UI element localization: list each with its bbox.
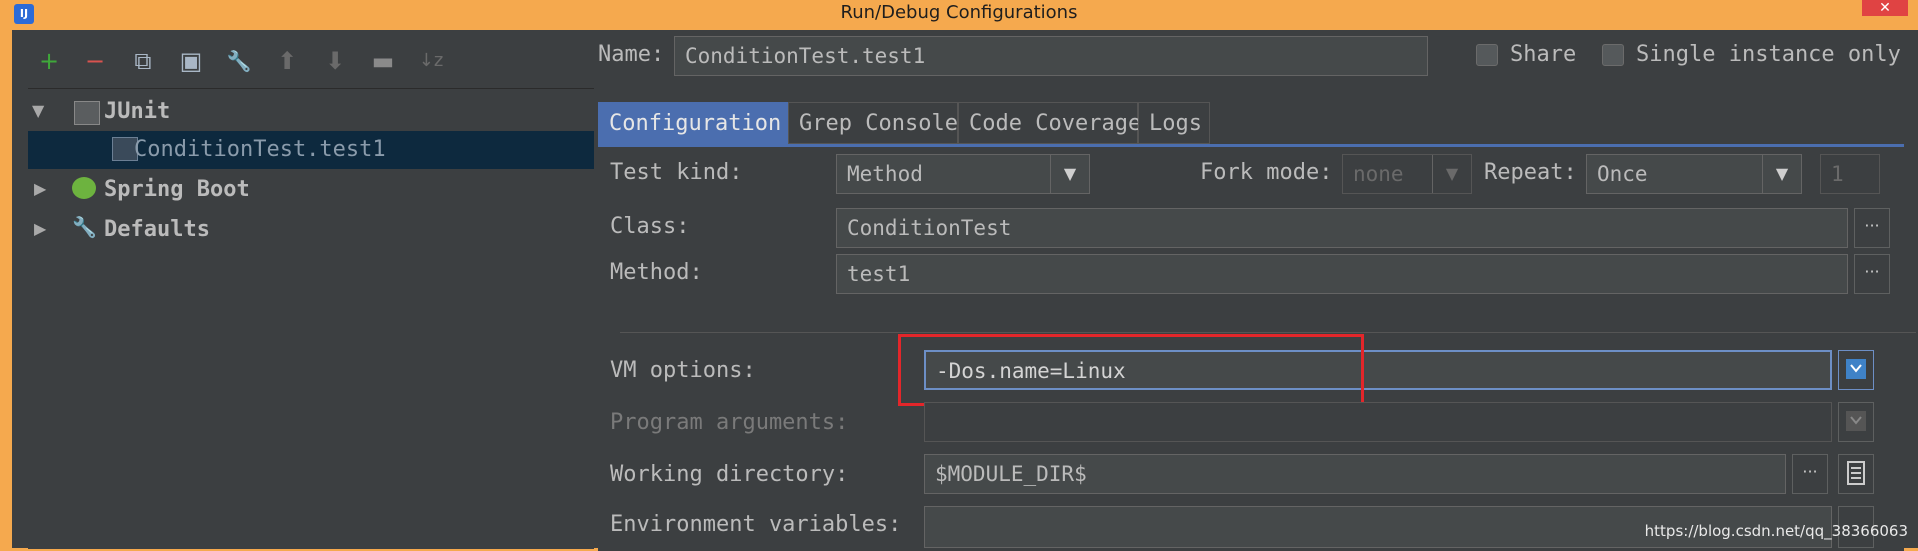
chevron-down-icon: ▼ [1762,155,1801,193]
run-debug-dialog: + − ⧉ ▣ 🔧 ⬆ ⬇ ▬ ↓z ▼ JUnit ConditionTest… [12,30,1918,551]
fork-mode-select[interactable]: none ▼ [1342,154,1472,194]
program-arguments-label: Program arguments: [610,410,849,435]
single-instance-checkbox[interactable] [1602,44,1624,66]
move-up-icon[interactable]: ⬆ [272,46,302,76]
expand-field-icon[interactable] [1838,402,1874,442]
tree-label-junit: JUnit [104,99,171,124]
title-bar: IJ Run/Debug Configurations ✕ [0,0,1918,30]
macro-icon[interactable] [1838,454,1874,494]
vm-options-label: VM options: [610,358,756,383]
junit-icon [74,101,100,125]
tree-node-spring-boot[interactable]: ▶ Spring Boot [28,171,594,209]
working-directory-input[interactable]: $MODULE_DIR$ [924,454,1786,494]
tab-logs[interactable]: Logs [1138,102,1210,144]
expand-arrow-icon[interactable]: ▶ [34,219,46,238]
expand-field-icon[interactable] [1838,350,1874,390]
remove-icon[interactable]: − [80,46,110,76]
method-browse-button[interactable]: ··· [1854,254,1890,294]
folder-icon[interactable]: ▬ [368,46,398,76]
collapse-arrow-icon[interactable]: ▼ [32,101,44,120]
method-label: Method: [610,260,703,285]
close-button[interactable]: ✕ [1862,0,1908,16]
fork-mode-label: Fork mode: [1200,160,1333,185]
configuration-tree: ▼ JUnit ConditionTest.test1 ▶ Spring Boo… [28,88,594,549]
copy-icon[interactable]: ⧉ [128,46,158,76]
highlight-annotation-box [898,334,1364,406]
single-instance-label: Single instance only [1636,42,1901,67]
repeat-count-input[interactable]: 1 [1820,154,1880,194]
repeat-value: Once [1597,162,1648,186]
add-icon[interactable]: + [34,46,64,76]
test-kind-select[interactable]: Method ▼ [836,154,1090,194]
share-checkbox[interactable] [1476,44,1498,66]
fork-mode-value: none [1353,162,1404,186]
sort-icon[interactable]: ↓z [416,46,446,76]
tab-configuration[interactable]: Configuration [598,102,788,144]
chevron-down-icon: ▼ [1432,155,1471,193]
spring-boot-icon [72,177,96,199]
tree-node-condition-test[interactable]: ConditionTest.test1 [28,131,594,169]
move-down-icon[interactable]: ⬇ [320,46,350,76]
wrench-icon[interactable]: 🔧 [224,46,254,76]
method-input[interactable]: test1 [836,254,1848,294]
separator [620,332,1916,333]
test-kind-label: Test kind: [610,160,743,185]
environment-variables-label: Environment variables: [610,512,902,537]
share-label: Share [1510,42,1577,67]
save-icon[interactable]: ▣ [176,46,206,76]
tree-label-condition-test: ConditionTest.test1 [134,137,386,162]
window-title: Run/Debug Configurations [840,2,1078,23]
class-label: Class: [610,214,690,239]
watermark-text: https://blog.csdn.net/qq_38366063 [1644,522,1908,540]
name-label: Name: [598,42,665,67]
repeat-label: Repeat: [1484,160,1577,185]
class-input[interactable]: ConditionTest [836,208,1848,248]
test-kind-value: Method [847,162,923,186]
tree-node-defaults[interactable]: ▶ 🔧 Defaults [28,211,594,249]
expand-arrow-icon[interactable]: ▶ [34,179,46,198]
tab-grep-console[interactable]: Grep Console [788,102,958,144]
class-browse-button[interactable]: ··· [1854,208,1890,248]
working-directory-browse-button[interactable]: ··· [1792,454,1828,494]
chevron-down-icon: ▼ [1050,155,1089,193]
tree-label-defaults: Defaults [104,217,210,242]
repeat-select[interactable]: Once ▼ [1586,154,1802,194]
tree-node-junit[interactable]: ▼ JUnit [28,93,594,131]
tab-code-coverage[interactable]: Code Coverage [958,102,1141,144]
defaults-wrench-icon: 🔧 [72,215,97,239]
working-directory-label: Working directory: [610,462,849,487]
program-arguments-input[interactable] [924,402,1832,442]
tree-label-spring-boot: Spring Boot [104,177,250,202]
name-input[interactable]: ConditionTest.test1 [674,36,1428,76]
